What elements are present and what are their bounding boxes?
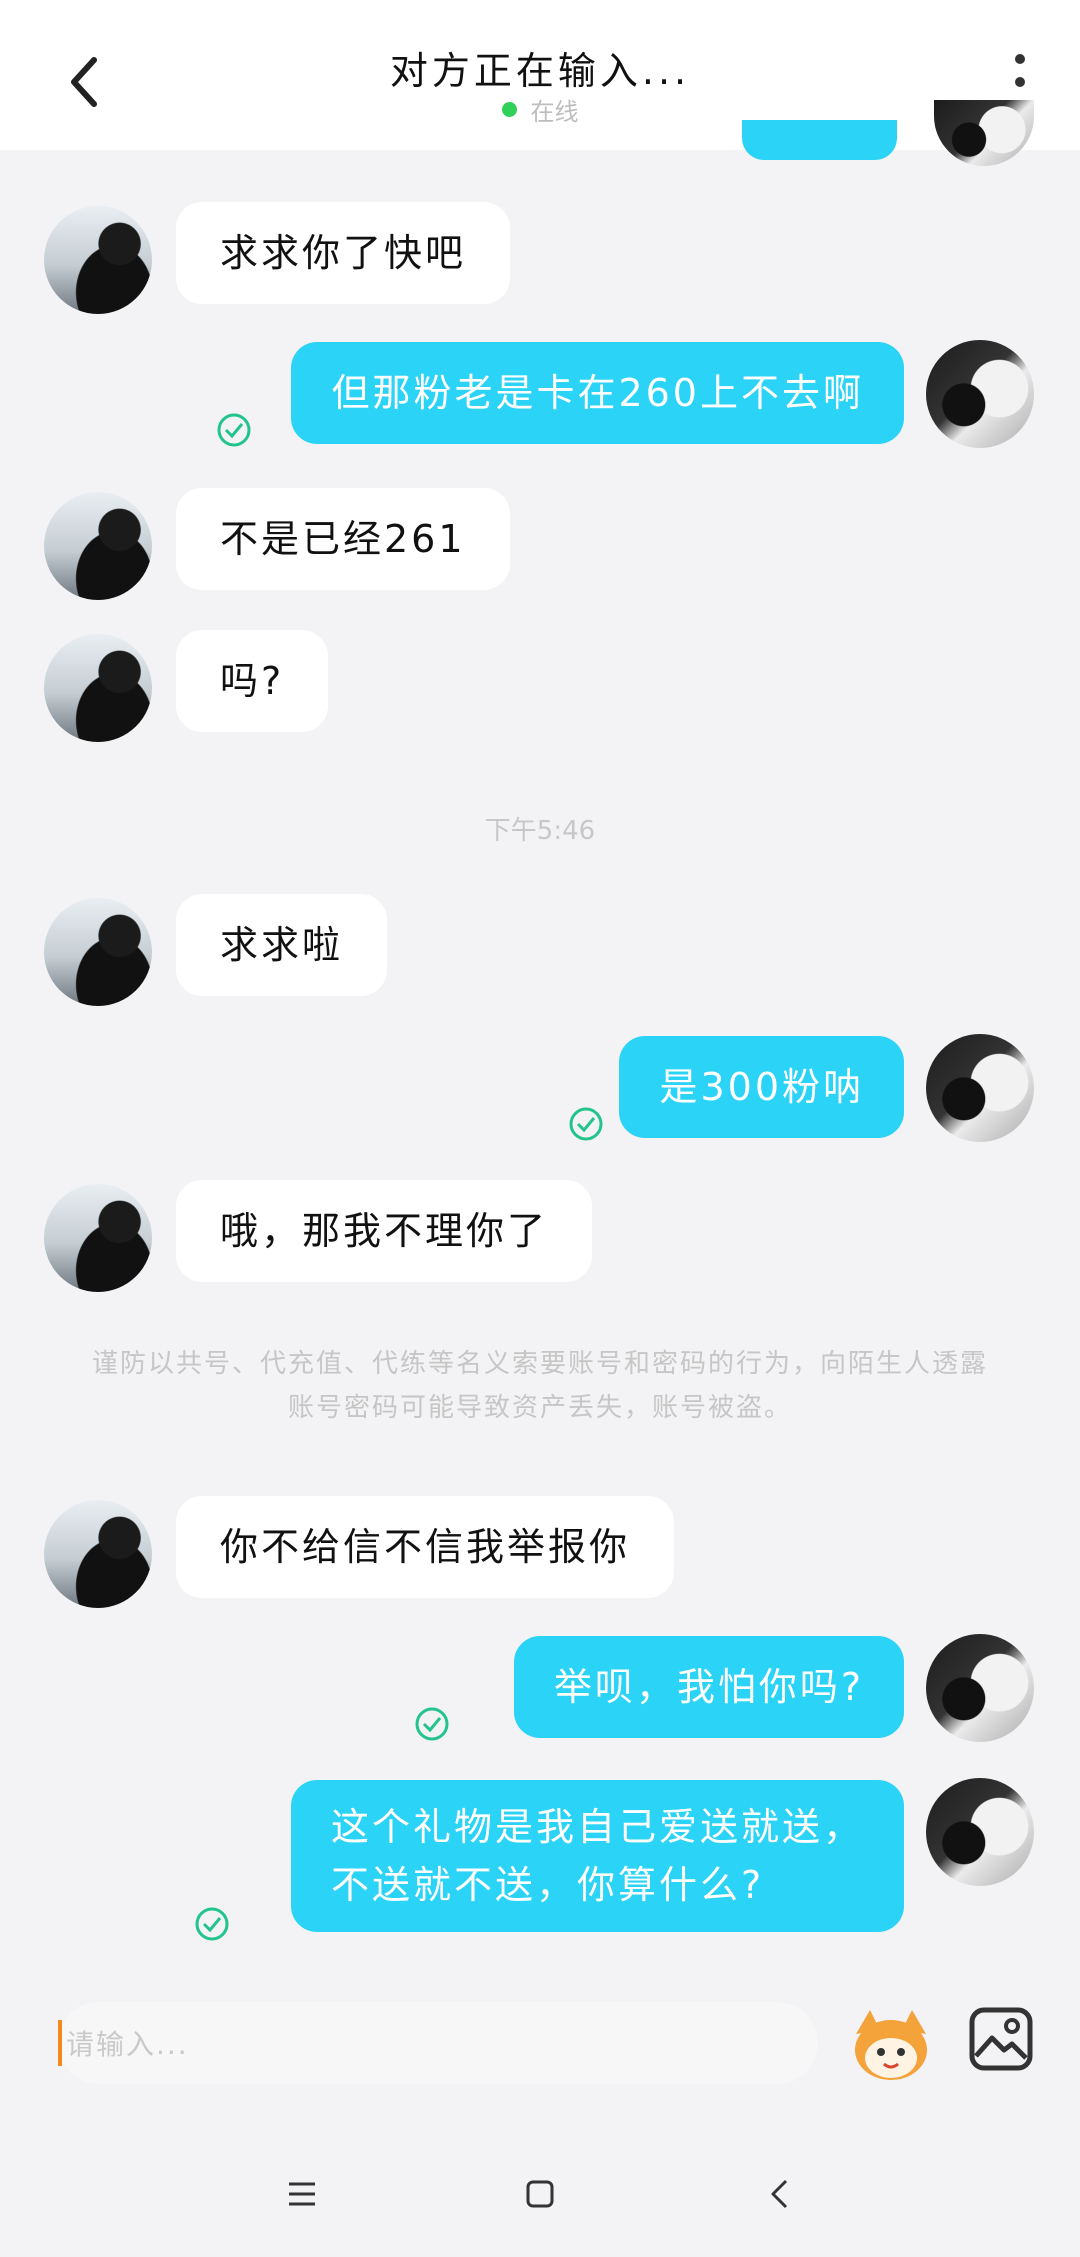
menu-icon <box>289 2182 315 2206</box>
more-vertical-icon <box>1015 54 1025 64</box>
avatar[interactable] <box>44 898 152 1006</box>
nav-back-button[interactable] <box>756 2170 804 2218</box>
emoji-mascot-icon <box>855 2010 927 2080</box>
message-list[interactable]: 求求你了快吧 但那粉老是卡在260上不去啊 不是已经261 吗? 下午5:46 … <box>0 100 1080 1950</box>
online-status: 在线 <box>0 92 1080 127</box>
message-bubble[interactable]: 求求你了快吧 <box>176 202 511 304</box>
message-bubble[interactable]: 是300粉呐 <box>619 1036 904 1138</box>
nav-menu-button[interactable] <box>278 2170 326 2218</box>
avatar[interactable] <box>44 634 152 742</box>
status-text: 在线 <box>530 98 579 126</box>
avatar[interactable] <box>44 1500 152 1608</box>
check-circle-icon <box>195 1907 229 1941</box>
image-button[interactable] <box>968 2006 1034 2072</box>
triangle-back-icon <box>771 2179 788 2209</box>
nav-home-button[interactable] <box>516 2170 564 2218</box>
avatar[interactable] <box>926 1634 1034 1742</box>
input-placeholder: 请输入... <box>66 2028 189 2061</box>
check-circle-icon <box>569 1107 603 1141</box>
avatar[interactable] <box>44 492 152 600</box>
message-bubble-partial <box>742 120 897 160</box>
input-bar: 请输入... <box>0 1950 1080 2130</box>
text-caret <box>58 2020 62 2066</box>
image-icon <box>969 2007 1033 2071</box>
online-dot-icon <box>501 102 517 117</box>
avatar[interactable] <box>934 100 1034 166</box>
avatar[interactable] <box>44 1184 152 1292</box>
check-circle-icon <box>217 413 251 447</box>
square-icon <box>526 2180 554 2208</box>
avatar[interactable] <box>926 340 1034 448</box>
chat-header: 对方正在输入... 在线 <box>0 0 1080 150</box>
message-bubble[interactable]: 哦，那我不理你了 <box>176 1180 593 1282</box>
avatar[interactable] <box>926 1034 1034 1142</box>
message-bubble[interactable]: 举呗，我怕你吗? <box>513 1636 904 1738</box>
message-input[interactable]: 请输入... <box>58 2002 818 2084</box>
avatar[interactable] <box>44 206 152 314</box>
message-bubble[interactable]: 吗? <box>176 630 329 732</box>
time-stamp: 下午5:46 <box>484 816 596 846</box>
emoji-button[interactable] <box>850 2004 932 2084</box>
system-nav-bar <box>0 2130 1080 2257</box>
message-bubble[interactable]: 但那粉老是卡在260上不去啊 <box>291 342 904 444</box>
message-line: 这个礼物是我自己爱送就送， <box>330 1805 864 1849</box>
chat-title: 对方正在输入... <box>389 49 691 93</box>
message-bubble[interactable]: 不是已经261 <box>176 488 510 590</box>
avatar[interactable] <box>926 1778 1034 1886</box>
message-bubble[interactable]: 你不给信不信我举报你 <box>176 1496 675 1598</box>
message-bubble[interactable]: 这个礼物是我自己爱送就送， 不送就不送，你算什么? <box>290 1780 904 1932</box>
check-circle-icon <box>415 1707 449 1741</box>
message-bubble[interactable]: 求求啦 <box>176 894 388 996</box>
message-line: 不送就不送，你算什么? <box>330 1863 765 1907</box>
security-notice: 谨防以共号、代充值、代练等名义索要账号和密码的行为，向陌生人透露账号密码可能导致… <box>91 1349 988 1423</box>
